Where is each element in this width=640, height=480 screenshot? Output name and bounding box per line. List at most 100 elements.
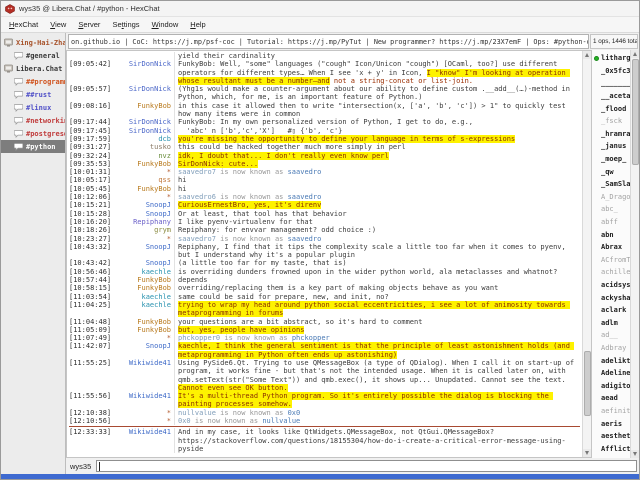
chat-scrollbar[interactable] bbox=[582, 51, 591, 457]
user-_qw[interactable]: _qw bbox=[592, 165, 630, 178]
user-aeris[interactable]: aeris bbox=[592, 417, 630, 430]
menu-view[interactable]: View bbox=[44, 20, 72, 29]
message-nick[interactable]: FunkyBob bbox=[111, 102, 175, 119]
message-nick[interactable]: FunkyBob bbox=[111, 318, 175, 326]
message-nick[interactable]: FunkyBob bbox=[111, 284, 175, 292]
user-_0x5fc3[interactable]: _0x5fc3 bbox=[592, 65, 630, 78]
message-nick[interactable]: FunkyBob bbox=[111, 185, 175, 193]
message-input[interactable] bbox=[96, 460, 637, 472]
user-nick: _0x5fc3 bbox=[601, 67, 630, 75]
sidebar-item-linux[interactable]: #linux bbox=[1, 101, 65, 114]
message-nick[interactable]: SirDonNick bbox=[111, 60, 175, 85]
scroll-down-icon[interactable] bbox=[631, 450, 639, 458]
message-nick[interactable]: SnoopJ bbox=[111, 210, 175, 218]
user-adelikta[interactable]: adelikta bbox=[592, 354, 630, 367]
user-__acetak[interactable]: __acetak bbox=[592, 90, 630, 103]
message-nick[interactable]: kaechle bbox=[111, 268, 175, 276]
message-nick[interactable]: Wikiwide41 bbox=[111, 392, 175, 409]
message-nick[interactable]: qss bbox=[111, 176, 175, 184]
menu-hexchat[interactable]: HexChat bbox=[3, 20, 44, 29]
menu-window[interactable]: Window bbox=[146, 20, 185, 29]
sidebar-item-programming[interactable]: ##programming bbox=[1, 75, 65, 88]
user-litharge[interactable]: litharge bbox=[592, 52, 630, 65]
user-ackyshak[interactable]: ackyshak bbox=[592, 291, 630, 304]
user-afflicti[interactable]: Afflicti bbox=[592, 442, 630, 455]
message-nick[interactable]: FunkyBob bbox=[111, 276, 175, 284]
message-nick[interactable]: Wikiwide41 bbox=[111, 359, 175, 392]
user-adbray[interactable]: Adbray bbox=[592, 342, 630, 355]
sidebar-item-postgresql[interactable]: #postgresql bbox=[1, 127, 65, 140]
window-title: wys35 @ Libera.Chat / #python - HexChat bbox=[19, 4, 160, 13]
chat-message: [12:10:38] * nullvalue is now known as 0… bbox=[67, 409, 582, 417]
user-acidsys[interactable]: acidsys bbox=[592, 279, 630, 292]
message-nick[interactable]: * bbox=[111, 334, 175, 342]
scroll-up-icon[interactable] bbox=[583, 51, 591, 59]
sidebar-item-general[interactable]: #general bbox=[1, 49, 65, 62]
message-nick[interactable]: SirDonNick bbox=[111, 118, 175, 126]
menu-help[interactable]: Help bbox=[184, 20, 211, 29]
message-nick[interactable]: * bbox=[111, 193, 175, 201]
user-________[interactable]: ________ bbox=[592, 77, 630, 90]
message-nick[interactable]: tusko bbox=[111, 143, 175, 151]
message-nick[interactable]: grym bbox=[111, 226, 175, 234]
user-adeline[interactable]: Adeline bbox=[592, 367, 630, 380]
menu-server[interactable]: Server bbox=[72, 20, 106, 29]
message-nick[interactable]: Wikiwide41 bbox=[111, 428, 175, 453]
user-_janus[interactable]: _janus bbox=[592, 140, 630, 153]
user-adlm[interactable]: adlm bbox=[592, 316, 630, 329]
message-nick[interactable]: * bbox=[111, 417, 175, 425]
title-bar[interactable]: wys35 @ Libera.Chat / #python - HexChat bbox=[1, 1, 639, 17]
user-ad__[interactable]: ad__ bbox=[592, 329, 630, 342]
user-abn[interactable]: abn bbox=[592, 228, 630, 241]
message-nick[interactable]: FunkyBob bbox=[111, 160, 175, 168]
message-nick[interactable]: SirDonNick bbox=[111, 85, 175, 102]
user-abc_[interactable]: abc_ bbox=[592, 203, 630, 216]
userlist-scrollbar-thumb[interactable] bbox=[632, 59, 639, 165]
message-nick[interactable]: SnoopJ bbox=[111, 342, 175, 359]
message-nick[interactable]: Repiphany bbox=[111, 218, 175, 226]
sidebar-item-networking[interactable]: #networking bbox=[1, 114, 65, 127]
scroll-down-icon[interactable] bbox=[583, 449, 591, 457]
message-nick[interactable]: kaechle bbox=[111, 301, 175, 318]
user-aestheti[interactable]: aestheti bbox=[592, 430, 630, 443]
user-_fsck[interactable]: _fsck bbox=[592, 115, 630, 128]
user-aead[interactable]: aead bbox=[592, 392, 630, 405]
chat-log[interactable]: yield their cardinality [09:05:42] SirDo… bbox=[67, 51, 582, 457]
sidebar-item-xing-hai-zhai[interactable]: Xing-Hai-Zhai bbox=[1, 36, 65, 49]
message-nick[interactable]: SnoopJ bbox=[111, 243, 175, 260]
message-nick[interactable]: FunkyBob bbox=[111, 326, 175, 334]
user-achillea[interactable]: achillea bbox=[592, 266, 630, 279]
message-nick[interactable]: * bbox=[111, 168, 175, 176]
menu-settings[interactable]: Settings bbox=[106, 20, 145, 29]
topic-bar[interactable]: on.github.io | CoC: https://j.mp/psf-coc… bbox=[68, 34, 589, 49]
user-_samslat[interactable]: _SamSlat bbox=[592, 178, 630, 191]
chat-message: [10:43:42] SnoopJ (a little too far for … bbox=[67, 259, 582, 267]
user-_flood[interactable]: _flood bbox=[592, 102, 630, 115]
message-nick[interactable]: nvz bbox=[111, 152, 175, 160]
user-acfromtx[interactable]: ACfromTX bbox=[592, 254, 630, 267]
message-nick[interactable]: kaechle bbox=[111, 293, 175, 301]
user-a_dragon[interactable]: A_Dragon bbox=[592, 191, 630, 204]
sidebar-item-libera-chat[interactable]: Libera.Chat bbox=[1, 62, 65, 75]
user-adigitol[interactable]: adigitol bbox=[592, 379, 630, 392]
user-aclark[interactable]: aclark bbox=[592, 304, 630, 317]
sidebar-item-rust[interactable]: ##rust bbox=[1, 88, 65, 101]
message-nick[interactable]: dcb bbox=[111, 135, 175, 143]
nick-button[interactable]: wys35 bbox=[68, 462, 93, 471]
user-aefinity[interactable]: aefinity bbox=[592, 405, 630, 418]
chat-scrollbar-thumb[interactable] bbox=[584, 351, 591, 416]
userlist-scrollbar[interactable] bbox=[630, 50, 639, 458]
user-list[interactable]: litharge _0x5fc3 ________ __acetak _floo… bbox=[592, 50, 630, 458]
message-nick[interactable]: SnoopJ bbox=[111, 201, 175, 209]
scroll-up-icon[interactable] bbox=[631, 50, 639, 58]
user-abff[interactable]: abff bbox=[592, 216, 630, 229]
message-nick[interactable]: * bbox=[111, 409, 175, 417]
sidebar-item-python[interactable]: #python bbox=[1, 140, 65, 153]
user-_moep_[interactable]: _moep_ bbox=[592, 153, 630, 166]
user-_hramrac[interactable]: _hramrac bbox=[592, 128, 630, 141]
message-nick[interactable]: SnoopJ bbox=[111, 259, 175, 267]
message-nick[interactable]: * bbox=[111, 235, 175, 243]
message-nick[interactable] bbox=[111, 52, 175, 60]
message-nick[interactable]: SirDonNick bbox=[111, 127, 175, 135]
user-abrax[interactable]: Abrax bbox=[592, 241, 630, 254]
